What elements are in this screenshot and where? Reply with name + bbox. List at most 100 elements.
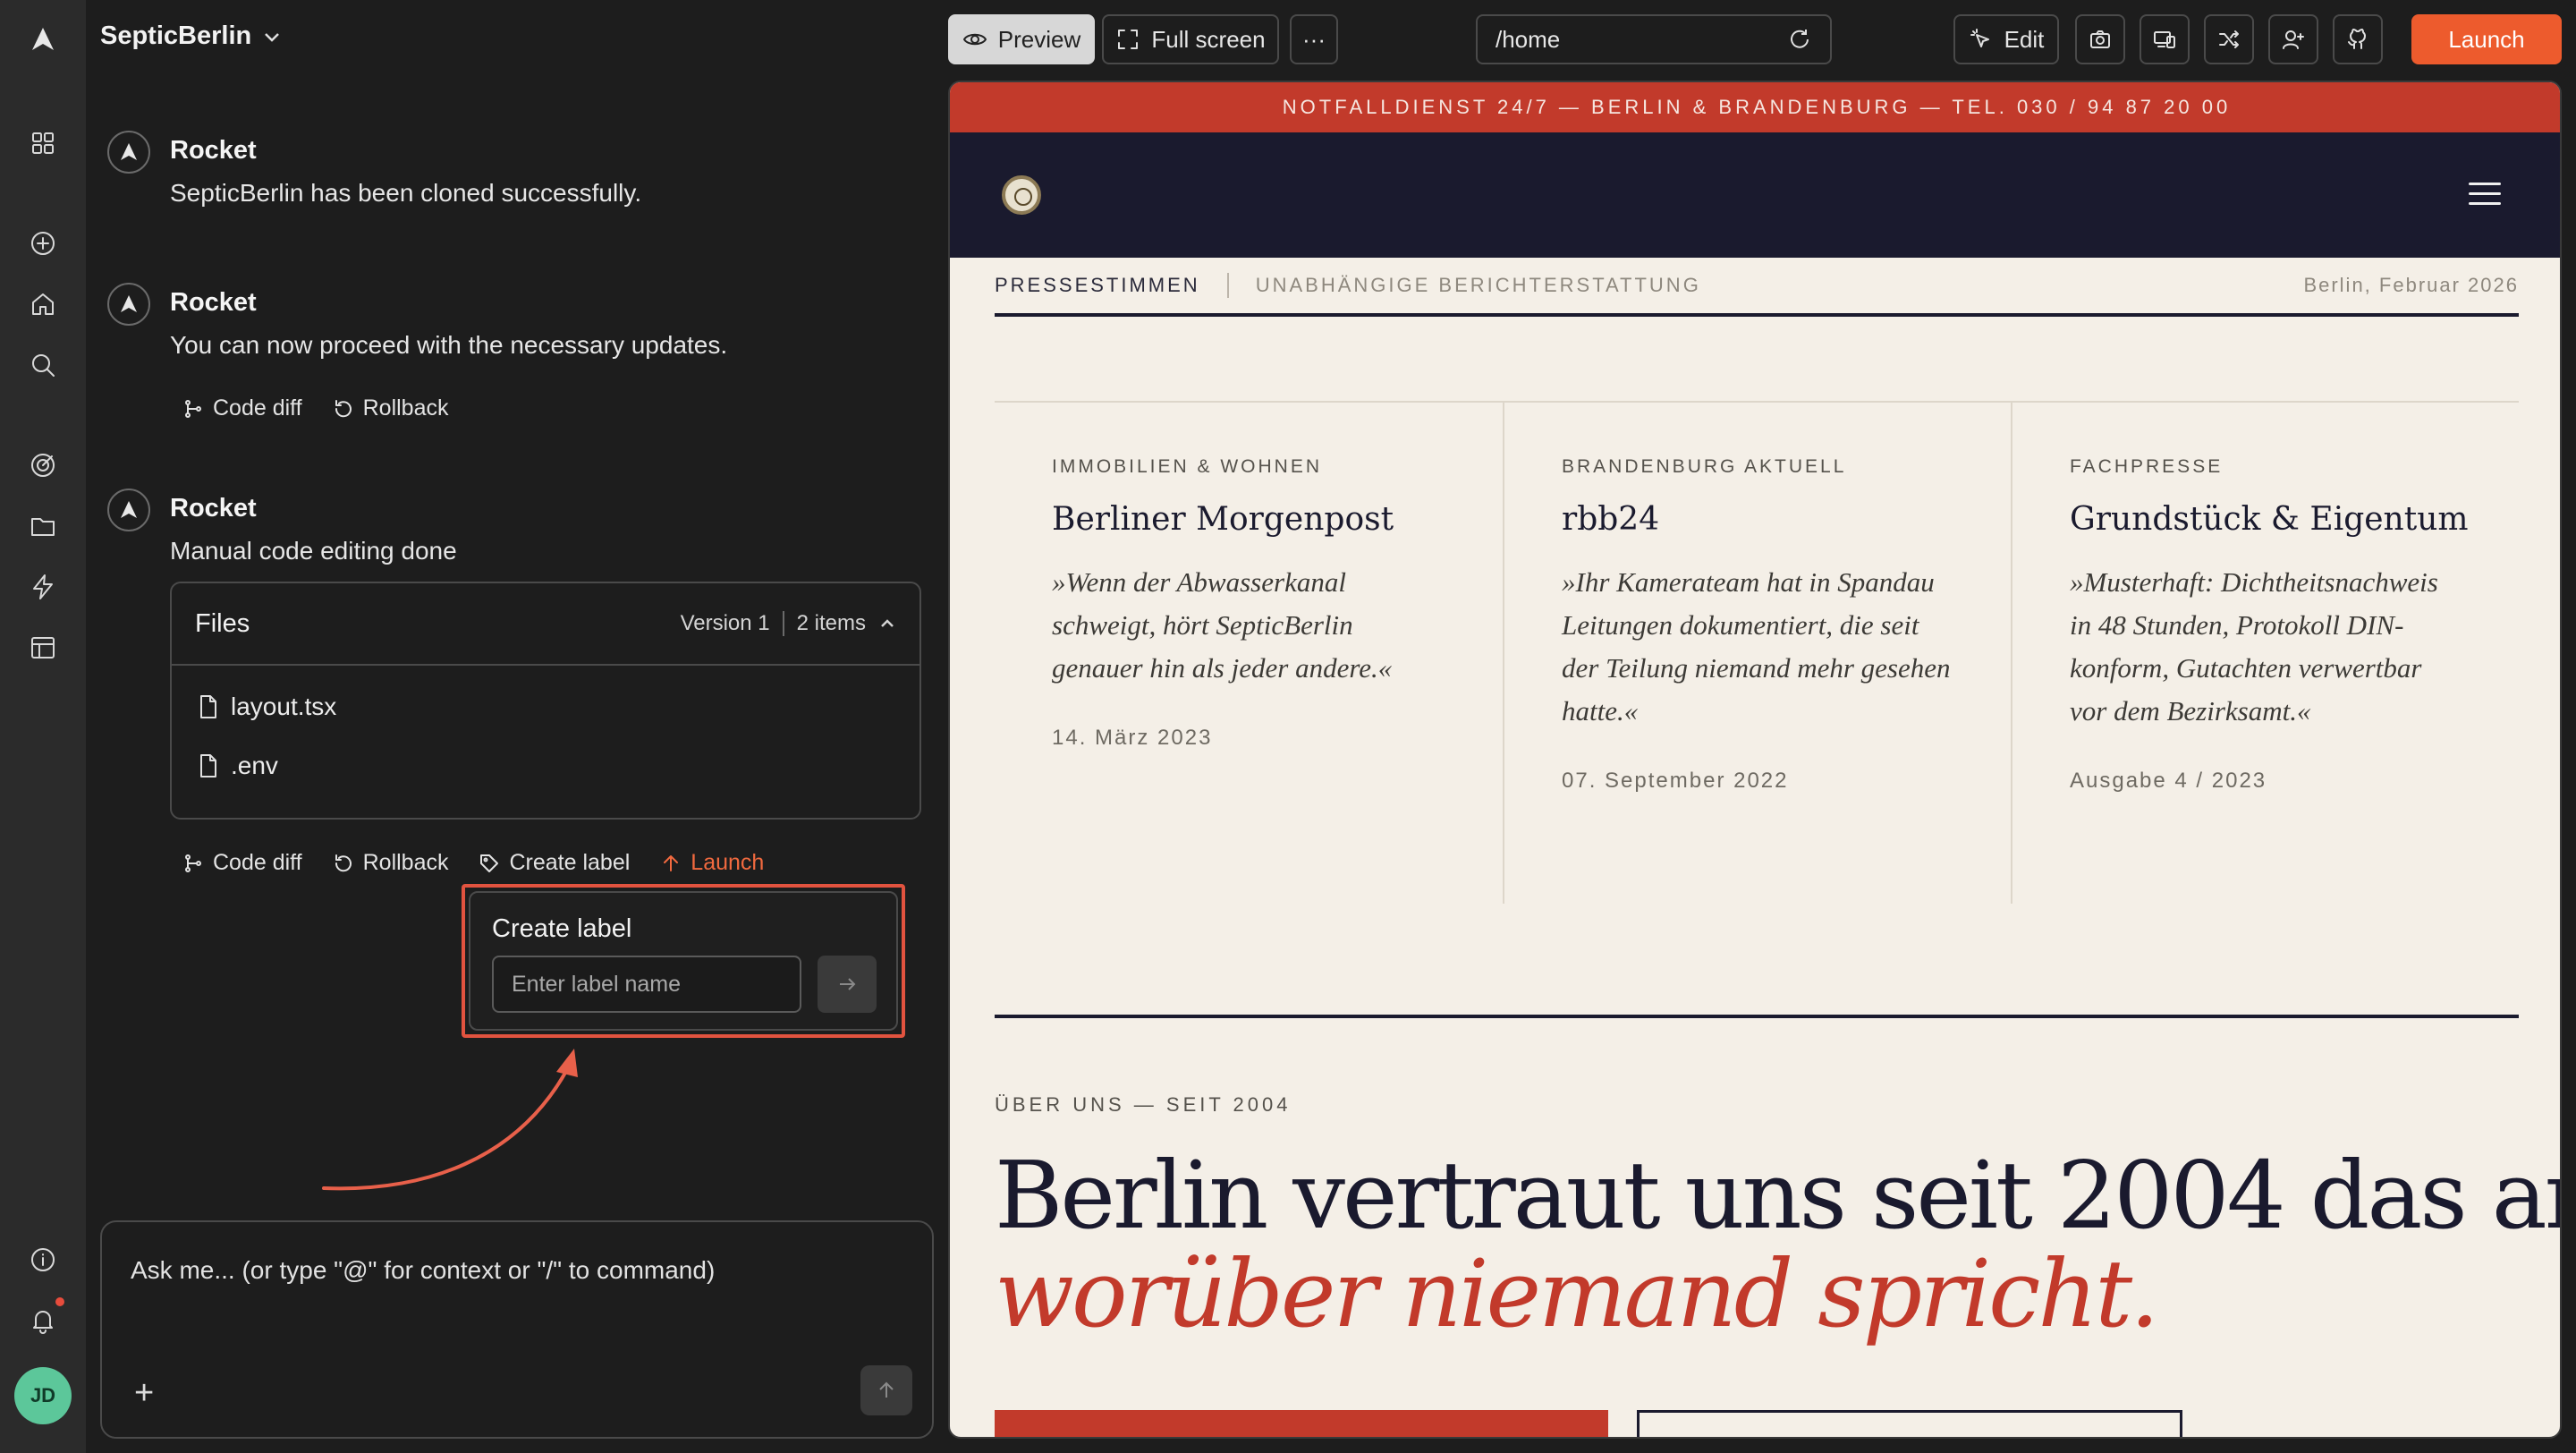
message-author: Rocket: [170, 494, 257, 523]
press-card: BRANDENBURG AKTUELL rbb24 »Ihr Kameratea…: [1503, 403, 2011, 904]
rollback-button[interactable]: Rollback: [333, 395, 448, 421]
press-source: rbb24: [1562, 501, 1660, 538]
lightning-icon[interactable]: [27, 571, 59, 603]
github-button[interactable]: [2333, 14, 2383, 64]
edit-button[interactable]: Edit: [1953, 14, 2059, 64]
arrow-up-icon: [664, 854, 679, 871]
home-icon[interactable]: [27, 288, 59, 320]
cursor-click-icon: [1970, 29, 1989, 47]
secondary-cta-button[interactable]: [1637, 1410, 2182, 1437]
message-actions: Code diff Rollback Create label Launch: [182, 850, 764, 876]
responsive-view-button[interactable]: [2140, 14, 2190, 64]
annotation-arrow: [322, 1049, 578, 1191]
site-preview: NOTFALLDIENST 24/7 — BERLIN & BRANDENBUR…: [948, 81, 2562, 1439]
divider: [1226, 273, 1229, 298]
press-quote: »Musterhaft: Dichtheitsnachweis in 48 St…: [2070, 566, 2438, 726]
press-card: IMMOBILIEN & WOHNEN Berliner Morgenpost …: [995, 403, 1503, 904]
code-diff-button[interactable]: Code diff: [182, 850, 302, 876]
url-text: /home: [1496, 25, 1561, 53]
label-name-input[interactable]: [492, 956, 801, 1013]
apps-grid-icon[interactable]: [27, 127, 59, 159]
file-item[interactable]: .env: [197, 752, 278, 780]
launch-button[interactable]: Launch: [2411, 14, 2562, 64]
press-card: FACHPRESSE Grundstück & Eigentum »Muster…: [2011, 403, 2519, 904]
folder-icon[interactable]: [27, 510, 59, 542]
notification-dot: [55, 1297, 64, 1306]
primary-cta-button[interactable]: [995, 1410, 1608, 1437]
press-quote: »Ihr Kamerateam hat in Spandau Leitungen…: [1562, 566, 1951, 726]
devices-icon: [2154, 31, 2175, 48]
target-icon[interactable]: [27, 449, 59, 481]
create-label-popover: Create label: [469, 891, 898, 1031]
camera-icon: [2090, 30, 2110, 48]
add-attachment-icon[interactable]: +: [134, 1376, 154, 1410]
eye-icon: [962, 33, 987, 46]
rocket-avatar-icon: [107, 283, 150, 326]
press-dateline: Berlin, Februar 2026: [2303, 274, 2519, 296]
site-logo-seal[interactable]: [1002, 175, 1041, 215]
notifications-bell-icon[interactable]: [27, 1304, 59, 1337]
press-category: FACHPRESSE: [2070, 456, 2224, 477]
shuffle-button[interactable]: [2204, 14, 2254, 64]
files-title: Files: [195, 608, 250, 638]
press-source: Berliner Morgenpost: [1052, 501, 1394, 538]
code-diff-button[interactable]: Code diff: [182, 395, 302, 421]
version-label: Version 1: [680, 611, 770, 635]
launch-link[interactable]: Launch: [660, 850, 764, 876]
rocket-avatar-icon: [107, 489, 150, 531]
new-project-icon[interactable]: [27, 227, 59, 259]
rocket-logo-icon[interactable]: [27, 23, 59, 55]
file-icon: [200, 754, 216, 777]
undo-icon: [335, 399, 352, 417]
label-submit-button[interactable]: [818, 956, 877, 1013]
press-category: IMMOBILIEN & WOHNEN: [1052, 456, 1323, 477]
preview-button[interactable]: Preview: [948, 14, 1095, 64]
press-grid: IMMOBILIEN & WOHNEN Berliner Morgenpost …: [995, 401, 2519, 904]
user-avatar[interactable]: JD: [14, 1367, 72, 1424]
press-date: 07. September 2022: [1562, 769, 1789, 793]
divider: [782, 611, 784, 636]
press-quote: »Wenn der Abwasserkanal schweigt, hört S…: [1052, 566, 1393, 684]
full-screen-button[interactable]: Full screen: [1102, 14, 1279, 64]
message-text: SepticBerlin has been cloned successfull…: [170, 179, 642, 207]
chat-input-box[interactable]: Ask me... (or type "@" for context or "/…: [100, 1220, 934, 1439]
files-meta: Version 1 2 items: [681, 611, 896, 636]
emergency-banner: NOTFALLDIENST 24/7 — BERLIN & BRANDENBUR…: [950, 82, 2560, 132]
project-switcher[interactable]: SepticBerlin: [100, 21, 282, 51]
layout-icon[interactable]: [27, 632, 59, 664]
section-rule: [995, 1015, 2519, 1018]
about-headline-accent: worüber niemand spricht.: [995, 1239, 2159, 1348]
search-icon[interactable]: [27, 349, 59, 381]
site-navbar: [950, 132, 2560, 258]
user-plus-icon: [2283, 30, 2304, 49]
more-options-button[interactable]: ···: [1290, 14, 1338, 64]
hamburger-menu-icon[interactable]: [2469, 183, 2501, 209]
chevron-up-icon[interactable]: [878, 615, 896, 633]
send-button[interactable]: [860, 1365, 912, 1415]
chevron-down-icon: [265, 32, 280, 42]
message-actions: Code diff Rollback: [182, 395, 448, 421]
message-author: Rocket: [170, 288, 257, 317]
press-date: Ausgabe 4 / 2023: [2070, 769, 2267, 793]
rollback-button[interactable]: Rollback: [333, 850, 448, 876]
chat-input-placeholder[interactable]: Ask me... (or type "@" for context or "/…: [131, 1256, 715, 1285]
press-subheading: UNABHÄNGIGE BERICHTERSTATTUNG: [1255, 274, 1701, 296]
create-label-button[interactable]: Create label: [479, 850, 630, 876]
project-name: SepticBerlin: [100, 21, 252, 50]
git-branch-icon: [185, 854, 201, 872]
url-bar[interactable]: /home: [1476, 14, 1832, 64]
rocket-avatar-icon: [107, 131, 150, 174]
message-text: Manual code editing done: [170, 537, 457, 565]
files-header[interactable]: Files Version 1 2 items: [172, 583, 919, 666]
git-branch-icon: [185, 399, 201, 418]
shuffle-icon: [2219, 30, 2239, 48]
file-item[interactable]: layout.tsx: [197, 693, 336, 721]
invite-user-button[interactable]: [2268, 14, 2318, 64]
refresh-icon[interactable]: [1787, 27, 1812, 52]
message-author: Rocket: [170, 136, 257, 165]
screenshot-button[interactable]: [2075, 14, 2125, 64]
popover-title: Create label: [492, 914, 632, 943]
github-icon: [2348, 29, 2366, 49]
info-icon[interactable]: [27, 1244, 59, 1276]
press-heading: PRESSESTIMMEN: [995, 274, 1200, 296]
